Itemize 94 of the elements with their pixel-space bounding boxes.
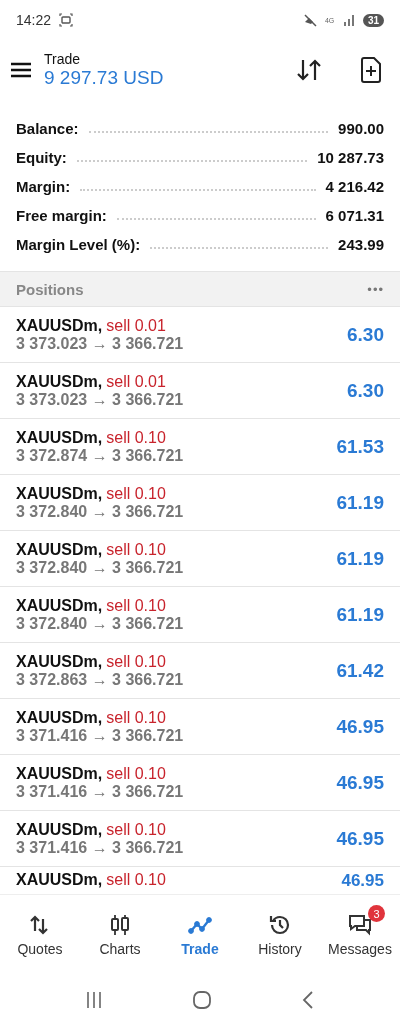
recent-apps-icon (84, 990, 103, 1009)
price-change: 3 372.874 → 3 366.721 (16, 446, 185, 465)
profit: 61.53 (336, 435, 384, 458)
profit: 61.19 (336, 491, 384, 514)
menu-button[interactable] (10, 61, 32, 79)
order-type: sell 0.10 (106, 820, 166, 839)
profit: 46.95 (341, 871, 384, 891)
account-balance: 9 297.73 USD (44, 67, 165, 89)
symbol: XAUUSDm, (16, 764, 103, 783)
order-type: sell 0.10 (106, 652, 166, 671)
position-row[interactable]: XAUUSDm, sell 0.10 3 371.416 → 3 366.721 46.95 (0, 699, 400, 755)
summary-label: Equity: (16, 149, 67, 166)
profit: 46.95 (336, 771, 384, 794)
notification-badge: 3 (368, 905, 385, 922)
menu-icon (10, 61, 32, 79)
symbol: XAUUSDm, (16, 820, 103, 839)
summary-value: 6 071.31 (325, 207, 384, 224)
price-change: 3 371.416 → 3 366.721 (16, 782, 185, 801)
symbol: XAUUSDm, (16, 372, 103, 391)
summary-label: Margin: (16, 178, 71, 195)
position-row[interactable]: XAUUSDm, sell 0.10 3 372.840 → 3 366.721 61.19 (0, 531, 400, 587)
order-type: sell 0.01 (106, 316, 166, 335)
nav-tab[interactable]: History (240, 895, 320, 975)
symbol: XAUUSDm, (16, 540, 103, 559)
order-type: sell 0.10 (106, 540, 166, 559)
price-change: 3 373.023 → 3 366.721 (16, 390, 185, 409)
mute-icon (302, 13, 317, 27)
order-type: sell 0.10 (106, 764, 166, 783)
signal-icon (342, 14, 355, 26)
nav-tab[interactable]: Trade (160, 895, 240, 975)
summary-label: Margin Level (%): (16, 236, 141, 253)
summary-label: Balance: (16, 120, 79, 137)
recent-apps-button[interactable] (84, 990, 103, 1009)
position-row[interactable]: XAUUSDm, sell 0.10 3 372.863 → 3 366.721 61.42 (0, 643, 400, 699)
order-type: sell 0.10 (106, 596, 166, 615)
position-row[interactable]: XAUUSDm, sell 0.10 3 372.840 → 3 366.721 61.19 (0, 475, 400, 531)
price-change: 3 372.863 → 3 366.721 (16, 670, 185, 689)
position-row[interactable]: XAUUSDm, sell 0.10 46.95 (0, 867, 400, 891)
summary-label: Free margin: (16, 207, 107, 224)
screenshot-icon (59, 13, 74, 27)
section-title: Positions (16, 280, 84, 298)
order-type: sell 0.10 (106, 428, 166, 447)
summary-value: 10 287.73 (317, 149, 384, 166)
symbol: XAUUSDm, (16, 596, 103, 615)
clock-time: 14:22 (16, 12, 52, 28)
position-row[interactable]: XAUUSDm, sell 0.10 3 371.416 → 3 366.721 46.95 (0, 755, 400, 811)
position-row[interactable]: XAUUSDm, sell 0.10 3 371.416 → 3 366.721 46.95 (0, 811, 400, 867)
document-plus-icon (360, 57, 382, 83)
summary-value: 4 216.42 (325, 178, 384, 195)
profit: 46.95 (336, 715, 384, 738)
profit: 61.42 (336, 659, 384, 682)
symbol: XAUUSDm, (16, 652, 103, 671)
nav-tab[interactable]: Quotes (0, 895, 80, 975)
position-row[interactable]: XAUUSDm, sell 0.10 3 372.840 → 3 366.721 61.19 (0, 587, 400, 643)
price-change: 3 373.023 → 3 366.721 (16, 334, 185, 353)
candlestick-icon (108, 913, 132, 937)
profit: 6.30 (347, 323, 384, 346)
price-change: 3 371.416 → 3 366.721 (16, 838, 185, 857)
home-button[interactable] (192, 989, 212, 1010)
sort-button[interactable] (296, 58, 322, 82)
nav-tab[interactable]: Charts (80, 895, 160, 975)
back-button[interactable] (301, 989, 316, 1010)
symbol: XAUUSDm, (16, 708, 103, 727)
order-type: sell 0.10 (106, 484, 166, 503)
summary-value: 990.00 (338, 120, 384, 137)
position-row[interactable]: XAUUSDm, sell 0.10 3 372.874 → 3 366.721 61.53 (0, 419, 400, 475)
sort-icon (296, 58, 322, 82)
order-type: sell 0.10 (106, 708, 166, 727)
price-change: 3 372.840 → 3 366.721 (16, 614, 185, 633)
nav-tab[interactable]: Messages 3 (320, 895, 400, 975)
back-icon (301, 989, 316, 1010)
home-icon (192, 989, 212, 1010)
profit: 61.19 (336, 603, 384, 626)
chat-icon (348, 913, 372, 937)
battery-level: 31 (362, 13, 384, 27)
symbol: XAUUSDm, (16, 484, 103, 503)
symbol: XAUUSDm, (16, 428, 103, 447)
more-button[interactable]: ••• (367, 281, 384, 297)
price-change: 3 372.840 → 3 366.721 (16, 558, 185, 577)
price-change: 3 372.840 → 3 366.721 (16, 502, 185, 521)
profit: 61.19 (336, 547, 384, 570)
position-row[interactable]: XAUUSDm, sell 0.01 3 373.023 → 3 366.721 6.30 (0, 363, 400, 419)
symbol: XAUUSDm, (16, 871, 103, 889)
order-type: sell 0.01 (106, 372, 166, 391)
profit: 46.95 (336, 827, 384, 850)
summary-value: 243.99 (338, 236, 384, 253)
history-icon (268, 913, 292, 937)
position-row[interactable]: XAUUSDm, sell 0.01 3 373.023 → 3 366.721 6.30 (0, 307, 400, 363)
profit: 6.30 (347, 379, 384, 402)
screen-title: Trade (44, 51, 82, 67)
price-change: 3 371.416 → 3 366.721 (16, 726, 185, 745)
symbol: XAUUSDm, (16, 316, 103, 335)
order-type: sell 0.10 (106, 871, 166, 889)
new-order-button[interactable] (360, 57, 382, 83)
